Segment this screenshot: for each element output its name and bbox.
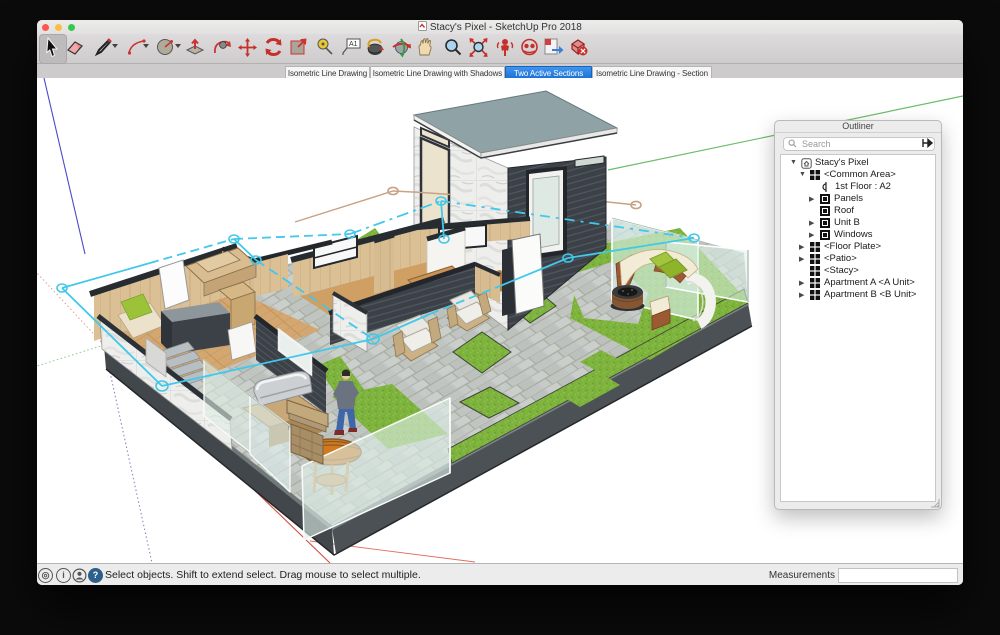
- svg-text:A1: A1: [349, 41, 358, 48]
